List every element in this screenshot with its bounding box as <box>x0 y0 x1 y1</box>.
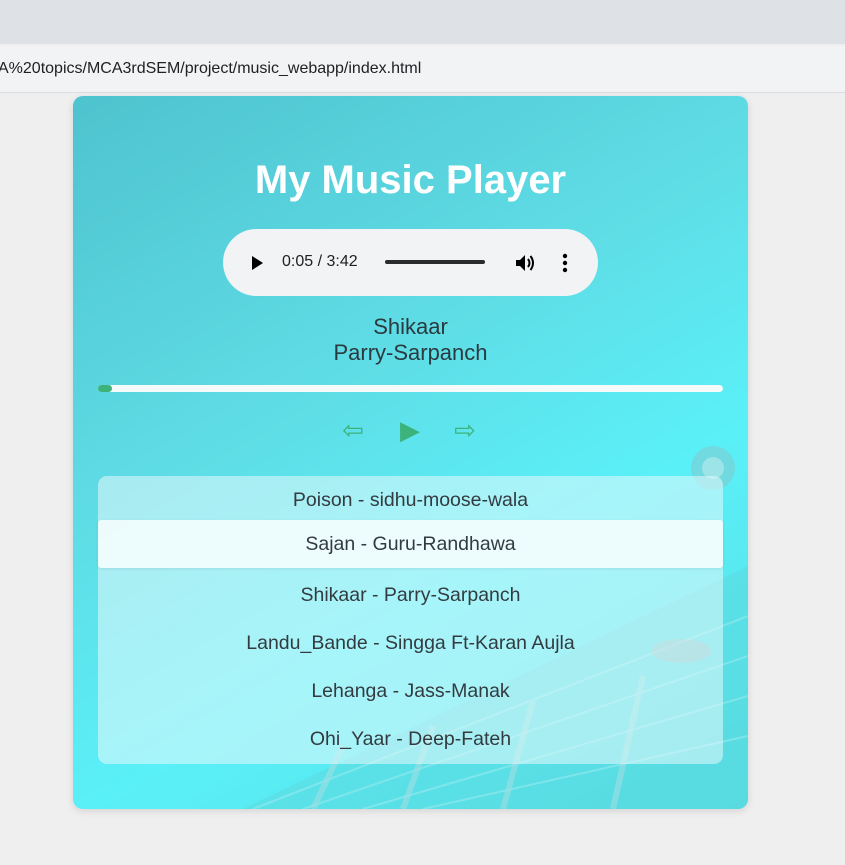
address-bar[interactable]: A%20topics/MCA3rdSEM/project/music_webap… <box>0 46 845 93</box>
browser-tab-strip <box>0 0 845 44</box>
previous-button[interactable]: ⇦ <box>338 416 368 446</box>
audio-seek-bar[interactable] <box>385 260 485 264</box>
audio-time-display: 0:05 / 3:42 <box>282 253 358 270</box>
playlist-item-active[interactable]: Sajan - Guru-Randhawa <box>98 520 723 568</box>
music-player-card: My Music Player 0:05 / 3:42 Shikaar Parr… <box>73 96 748 809</box>
playlist-item[interactable]: Lehanga - Jass-Manak <box>98 680 723 704</box>
address-url[interactable]: A%20topics/MCA3rdSEM/project/music_webap… <box>0 60 421 78</box>
more-vertical-icon[interactable] <box>559 251 571 275</box>
audio-element[interactable]: 0:05 / 3:42 <box>223 229 598 296</box>
playlist: Poison - sidhu-moose-wala Sajan - Guru-R… <box>98 476 723 764</box>
artist-name: Parry-Sarpanch <box>333 340 488 365</box>
progress-fill <box>98 385 112 392</box>
next-button[interactable]: ⇨ <box>450 416 480 446</box>
playlist-item[interactable]: Poison - sidhu-moose-wala <box>98 489 723 513</box>
playlist-item[interactable]: Ohi_Yaar - Deep-Fateh <box>98 728 723 752</box>
song-name: Shikaar <box>373 314 448 339</box>
progress-bar[interactable] <box>98 385 723 392</box>
volume-icon[interactable] <box>513 251 537 275</box>
play-button[interactable]: ▶ <box>395 416 425 446</box>
player-title: My Music Player <box>254 158 567 202</box>
playlist-item[interactable]: Shikaar - Parry-Sarpanch <box>98 584 723 608</box>
play-icon[interactable] <box>249 254 265 272</box>
playlist-item[interactable]: Landu_Bande - Singga Ft-Karan Aujla <box>98 632 723 656</box>
